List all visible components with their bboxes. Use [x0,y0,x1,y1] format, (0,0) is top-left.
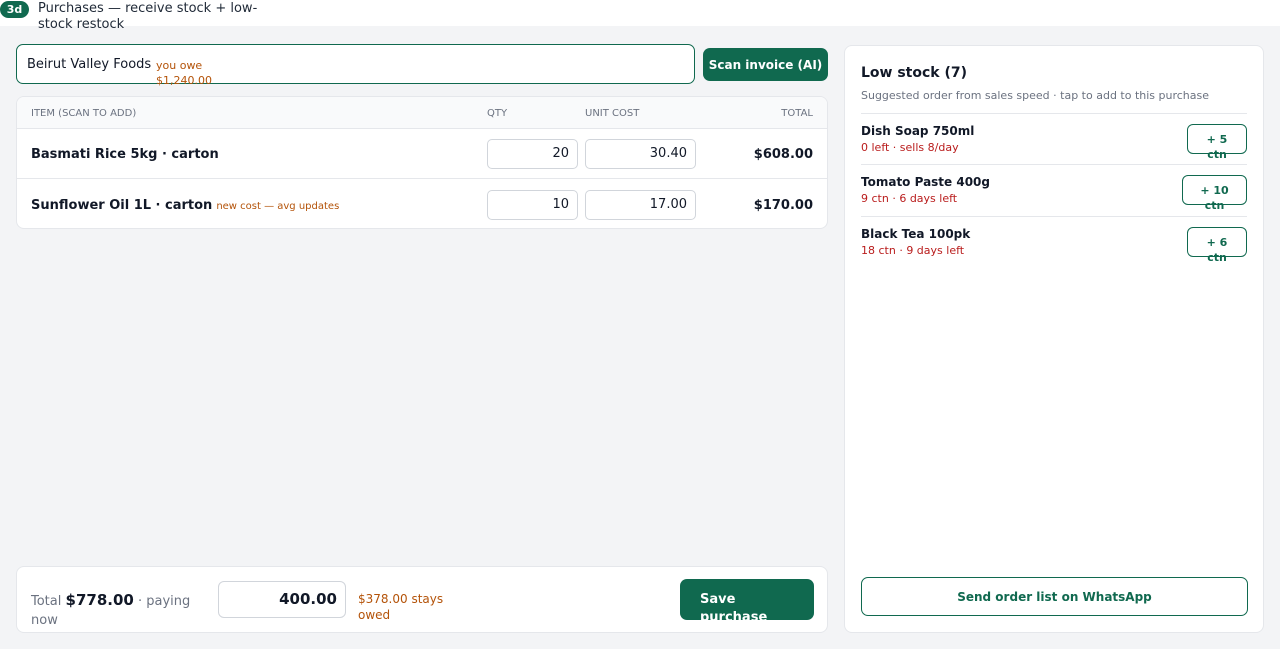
low-stock-item-meta: 18 ctn · 9 days left [861,244,965,257]
paying-now-input[interactable]: 400.00 [218,581,346,618]
qty-input[interactable]: 20 [487,139,578,169]
owe-label: you owe [156,59,203,72]
purchase-footer: Total $778.00 · paying now 400.00 $378.0… [16,566,828,633]
total-amount: $778.00 [65,591,134,609]
total-summary: Total $778.00 · paying now [31,591,201,630]
table-row: Basmati Rice 5kg · carton 20 30.40 $608.… [17,129,827,179]
supplier-balance: you owe $1,240.00 [156,58,212,88]
row-total: $608.00 [753,147,813,162]
add-to-purchase-button[interactable]: + 6 ctn [1187,227,1247,264]
low-stock-item: Tomato Paste 400g 9 ctn · 6 days left + … [861,164,1247,215]
total-label: Total [31,594,62,609]
header-total: TOTAL [781,108,813,119]
owed-note: $378.00 stays owed [358,592,444,622]
add-to-purchase-button[interactable]: + 10 ctn [1182,175,1247,212]
send-whatsapp-button[interactable]: Send order list on WhatsApp [861,577,1248,616]
unit-cost-input[interactable]: 17.00 [585,190,696,220]
low-stock-item-meta: 0 left · sells 8/day [861,141,959,154]
supplier-field[interactable]: Beirut Valley Foods you owe $1,240.00 [16,44,695,87]
table-header: ITEM (SCAN TO ADD) QTY UNIT COST TOTAL [17,97,827,129]
header-qty: QTY [487,108,508,119]
header-unit-cost: UNIT COST [585,108,640,119]
low-stock-item-name: Black Tea 100pk [861,227,971,241]
low-stock-item-name: Tomato Paste 400g [861,175,990,189]
add-to-purchase-button[interactable]: + 5 ctn [1187,124,1247,161]
screen-title: Purchases — receive stock + low-stock re… [38,1,258,31]
low-stock-item-meta: 9 ctn · 6 days left [861,192,958,205]
owe-amount: $1,240.00 [156,74,212,87]
table-row: Sunflower Oil 1L · carton new cost — avg … [17,180,827,228]
scan-invoice-button[interactable]: Scan invoice (AI) [703,48,828,81]
step-badge: 3d [0,1,29,18]
header-item: ITEM (SCAN TO ADD) [31,108,137,119]
item-name: Sunflower Oil 1L · carton new cost — avg … [31,198,340,213]
low-stock-subtitle: Suggested order from sales speed · tap t… [861,89,1210,102]
items-table: ITEM (SCAN TO ADD) QTY UNIT COST TOTAL B… [16,96,828,229]
low-stock-item: Dish Soap 750ml 0 left · sells 8/day + 5… [861,113,1247,164]
item-name: Basmati Rice 5kg · carton [31,147,219,162]
qty-input[interactable]: 10 [487,190,578,220]
low-stock-title: Low stock (7) [861,65,968,81]
row-total: $170.00 [753,198,813,213]
unit-cost-input[interactable]: 30.40 [585,139,696,169]
cost-change-note: new cost — avg updates [216,201,340,212]
supplier-name: Beirut Valley Foods [27,57,152,72]
low-stock-item: Black Tea 100pk 18 ctn · 9 days left + 6… [861,216,1247,267]
low-stock-item-name: Dish Soap 750ml [861,124,975,138]
save-purchase-button[interactable]: Save purchase [680,579,814,620]
low-stock-panel: Low stock (7) Suggested order from sales… [844,45,1264,633]
